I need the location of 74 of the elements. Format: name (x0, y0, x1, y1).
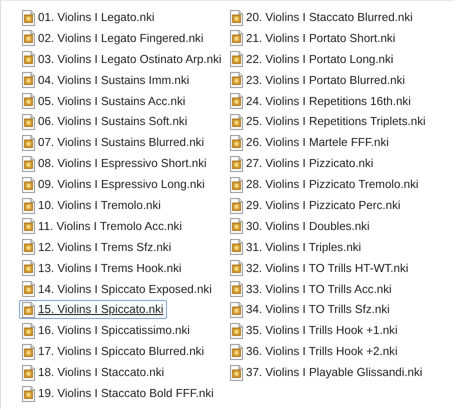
file-icon (230, 198, 243, 214)
file-icon (230, 30, 243, 46)
file-icon (22, 114, 35, 130)
file-item[interactable]: 06. Violins I Sustains Soft.nki (19, 112, 192, 132)
file-icon (230, 281, 243, 298)
file-icon (230, 218, 243, 234)
file-icon (230, 322, 243, 339)
file-icon (22, 93, 35, 110)
file-item[interactable]: 35. Violins I Trills Hook +1.nki (227, 321, 402, 340)
file-icon (230, 176, 243, 193)
file-item[interactable]: 18. Violins I Staccato.nki (19, 363, 168, 382)
file-item[interactable]: 13. Violins I Trems Hook.nki (19, 258, 186, 278)
file-icon (22, 134, 35, 151)
file-icon (230, 10, 243, 26)
file-item[interactable]: 37. Violins I Playable Glissandi.nki (227, 363, 426, 382)
file-icon (22, 51, 35, 68)
file-item[interactable]: 19. Violins I Staccato Bold FFF.nki (19, 384, 218, 404)
file-item[interactable]: 12. Violins I Trems Sfz.nki (19, 238, 176, 257)
file-icon (22, 198, 35, 214)
file-icon (230, 344, 243, 360)
file-item[interactable]: 20. Violins I Staccato Blurred.nki (227, 8, 417, 27)
file-item[interactable]: 17. Violins I Spiccato Blurred.nki (19, 342, 208, 362)
file-item[interactable]: 10. Violins I Tremolo.nki (19, 196, 165, 216)
file-item[interactable]: 36. Violins I Trills Hook +2.nki (227, 342, 402, 362)
file-item[interactable]: 25. Violins I Repetitions Triplets.nki (227, 112, 430, 132)
file-icon (22, 239, 35, 256)
file-item[interactable]: 34. Violins I TO Trills Sfz.nki (227, 300, 394, 320)
file-icon (230, 156, 243, 172)
file-icon (230, 51, 243, 68)
file-item[interactable]: 11. Violins I Tremolo Acc.nki (19, 216, 186, 236)
file-item[interactable]: 27. Violins I Pizzicato.nki (227, 154, 378, 174)
file-item[interactable]: 28. Violins I Pizzicato Tremolo.nki (227, 175, 422, 194)
file-icon (22, 72, 35, 88)
file-icon (22, 386, 35, 402)
file-icon (22, 218, 35, 234)
file-icon (22, 30, 35, 46)
file-icon (22, 156, 35, 172)
file-item[interactable]: 03. Violins I Legato Ostinato Arp.nki (19, 50, 226, 69)
file-item[interactable]: 21. Violins I Portato Short.nki (227, 28, 400, 48)
file-item[interactable]: 14. Violins I Spiccato Exposed.nki (19, 280, 216, 299)
file-icon (230, 239, 243, 256)
file-icon (22, 281, 35, 298)
file-item[interactable]: 07. Violins I Sustains Blurred.nki (19, 133, 208, 152)
file-item[interactable]: 32. Violins I TO Trills HT-WT.nki (227, 258, 412, 278)
file-icon (230, 114, 243, 130)
file-icon (22, 344, 35, 360)
file-icon (230, 134, 243, 151)
file-icon (22, 10, 35, 26)
file-item[interactable]: 05. Violins I Sustains Acc.nki (19, 92, 190, 111)
file-icon (230, 72, 243, 88)
file-icon (22, 176, 35, 193)
file-item[interactable]: 23. Violins I Portato Blurred.nki (227, 70, 409, 90)
file-icon (230, 302, 243, 318)
file-item[interactable]: 29. Violins I Pizzicato Perc.nki (227, 196, 404, 216)
file-item[interactable]: 33. Violins I TO Trills Acc.nki (227, 280, 396, 299)
file-icon (230, 93, 243, 110)
file-item[interactable]: 15. Violins I Spiccato.nki (19, 300, 168, 320)
file-item[interactable]: 01. Violins I Legato.nki (19, 8, 158, 27)
file-item[interactable]: 24. Violins I Repetitions 16th.nki (227, 92, 415, 111)
file-icon (22, 364, 35, 381)
file-item[interactable]: 22. Violins I Portato Long.nki (227, 50, 398, 69)
file-icon (230, 364, 243, 381)
file-item[interactable]: 08. Violins I Espressivo Short.nki (19, 154, 211, 174)
file-icon (22, 260, 35, 276)
file-item[interactable]: 26. Violins I Martele FFF.nki (227, 133, 393, 152)
file-item[interactable]: 30. Violins I Doubles.nki (227, 216, 374, 236)
file-icon (22, 322, 35, 339)
file-item[interactable]: 16. Violins I Spiccatissimo.nki (19, 321, 194, 340)
file-item[interactable]: 04. Violins I Sustains Imm.nki (19, 70, 194, 90)
file-icon (230, 260, 243, 276)
file-item[interactable]: 31. Violins I Triples.nki (227, 238, 366, 257)
file-item[interactable]: 09. Violins I Espressivo Long.nki (19, 175, 209, 194)
file-icon (22, 302, 35, 318)
file-item[interactable]: 02. Violins I Legato Fingered.nki (19, 28, 208, 48)
